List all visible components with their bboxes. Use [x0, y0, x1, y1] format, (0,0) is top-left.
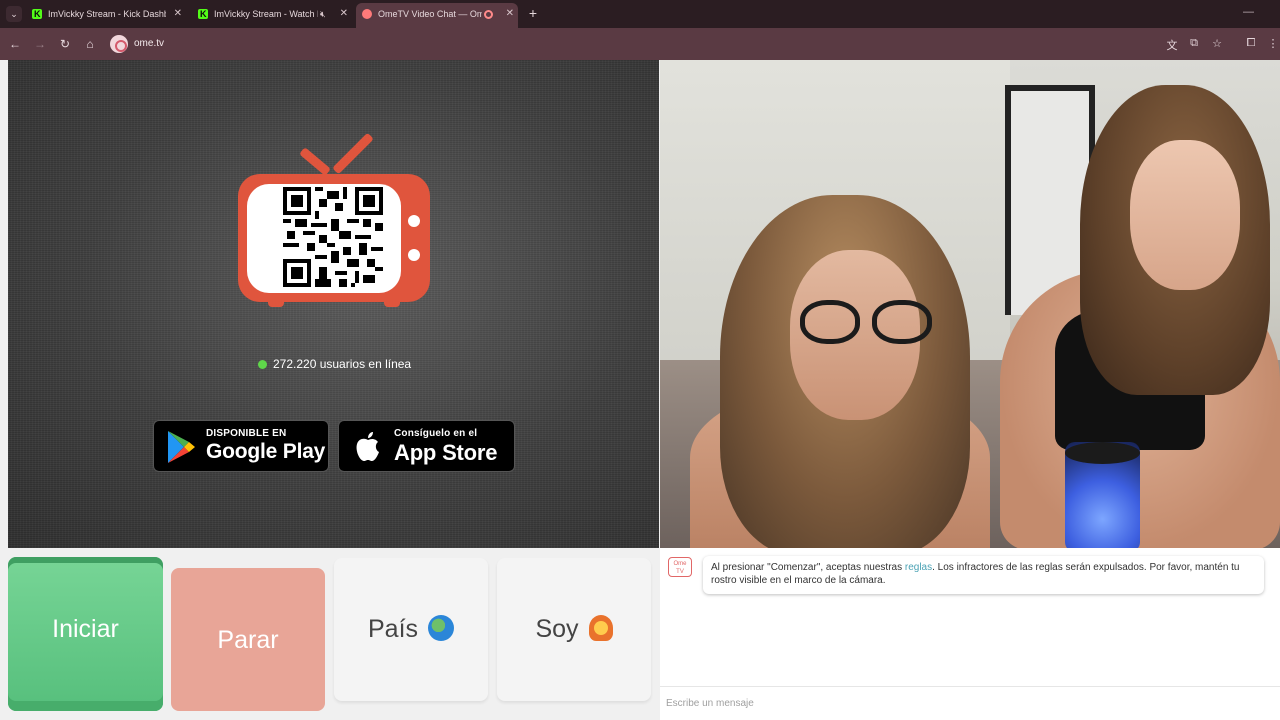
rules-prefix: Al presionar "Comenzar", aceptas nuestra… — [711, 562, 905, 573]
browser-toolbar: ← → ↻ ⌂ ome.tv 文 ⧉ ☆ ⧠ ⋮ — [0, 28, 1280, 60]
country-button[interactable]: País — [334, 558, 488, 701]
ometv-tv-logo — [238, 132, 430, 309]
kick-icon — [198, 4, 208, 24]
tab-kick-dashboard[interactable]: ImVickky Stream - Kick Dashboard ✕ — [26, 4, 186, 24]
tab-title: ImVickky Stream - Watch Live — [214, 9, 318, 19]
kick-icon — [32, 4, 42, 24]
local-video-pane: 272.220 usuarios en línea DISPONIBLE EN … — [8, 60, 659, 548]
muted-speaker-icon[interactable]: 🔇︎ — [320, 4, 326, 24]
tab-bar: ⌄ ImVickky Stream - Kick Dashboard ✕ ImV… — [0, 0, 1280, 28]
bluetooth-speaker — [1065, 442, 1140, 548]
message-input[interactable] — [666, 692, 1266, 714]
remote-video-pane — [660, 60, 1280, 548]
tab-title: ImVickky Stream - Kick Dashboard — [48, 9, 166, 19]
apple-icon — [356, 432, 379, 461]
close-icon[interactable]: ✕ — [340, 4, 348, 24]
gender-button-label: Soy — [535, 615, 579, 643]
close-icon[interactable]: ✕ — [174, 4, 182, 24]
woman-icon — [588, 615, 613, 641]
chat-input-bar — [660, 686, 1280, 720]
rules-link[interactable]: reglas — [905, 562, 932, 573]
extensions-icon[interactable]: ⧠ — [1244, 37, 1258, 50]
tab-title: OmeTV Video Chat — OmeTV — [378, 9, 482, 19]
translate-icon[interactable]: 文 — [1165, 37, 1179, 53]
url-text: ome.tv — [134, 38, 165, 49]
system-rules-message: Al presionar "Comenzar", aceptas nuestra… — [703, 556, 1264, 594]
close-icon[interactable]: ✕ — [506, 3, 514, 25]
ometv-icon — [362, 9, 372, 19]
install-app-icon[interactable]: ⧉ — [1187, 37, 1201, 50]
google-play-icon — [168, 431, 195, 463]
stop-button-label: Parar — [217, 626, 279, 654]
tab-kick-watch[interactable]: ImVickky Stream - Watch Live 🔇︎ ✕ — [192, 4, 352, 24]
back-arrow-icon[interactable]: ← — [7, 36, 23, 52]
menu-icon[interactable]: ⋮ — [1266, 37, 1280, 50]
google-play-big-text: Google Play — [206, 440, 326, 463]
tab-ometv[interactable]: OmeTV Video Chat — OmeTV ✕ — [356, 3, 518, 28]
chat-panel: Ome TV Al presionar "Comenzar", aceptas … — [660, 548, 1280, 720]
site-info-icon[interactable] — [110, 35, 128, 53]
qr-code[interactable] — [283, 187, 383, 287]
country-button-label: País — [367, 615, 419, 643]
minimize-button[interactable]: — — [1243, 6, 1254, 18]
ometv-chat-logo: Ome TV — [668, 557, 692, 577]
online-users-count: 272.220 usuarios en línea — [258, 356, 411, 372]
stop-button[interactable]: Parar — [171, 568, 325, 711]
start-button-label: Iniciar — [52, 615, 119, 643]
google-play-small-text: DISPONIBLE EN — [206, 428, 287, 439]
online-users-text: 272.220 usuarios en línea — [273, 357, 412, 371]
address-bar[interactable]: ome.tv — [104, 32, 1234, 56]
google-play-button[interactable]: DISPONIBLE EN Google Play — [153, 420, 329, 472]
online-status-dot — [258, 360, 267, 369]
forward-arrow-icon[interactable]: → — [32, 36, 48, 52]
app-store-button[interactable]: Consíguelo en el App Store — [338, 420, 515, 472]
new-tab-button[interactable]: + — [526, 6, 540, 20]
tab-search-button[interactable]: ⌄ — [6, 6, 22, 22]
glasses — [800, 300, 960, 344]
start-button[interactable]: Iniciar — [8, 557, 163, 711]
gender-button[interactable]: Soy — [497, 558, 651, 701]
globe-icon — [428, 615, 455, 641]
home-icon[interactable]: ⌂ — [82, 36, 98, 52]
bookmark-star-icon[interactable]: ☆ — [1210, 37, 1224, 50]
reload-icon[interactable]: ↻ — [57, 36, 73, 52]
app-store-small-text: Consíguelo en el — [394, 428, 478, 439]
recording-icon — [484, 10, 493, 19]
app-store-big-text: App Store — [394, 440, 498, 465]
